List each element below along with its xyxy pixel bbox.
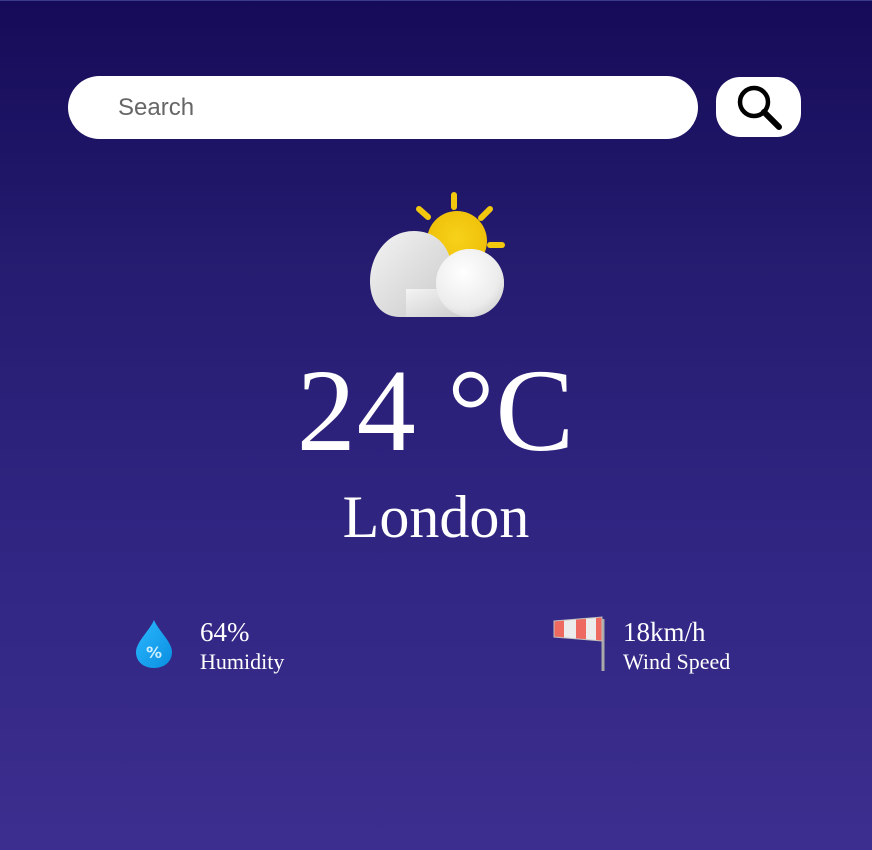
search-icon xyxy=(737,85,782,130)
partly-cloudy-icon xyxy=(366,189,512,323)
temperature-value: 24 °C xyxy=(296,345,576,476)
humidity-label: Humidity xyxy=(200,649,285,674)
search-bar xyxy=(68,76,802,140)
humidity-value: 64% xyxy=(200,617,250,647)
search-button[interactable] xyxy=(716,77,801,137)
wind-speed-value: 18km/h xyxy=(623,617,706,647)
city-name: London xyxy=(342,484,530,550)
svg-text:%: % xyxy=(146,643,162,662)
wind-speed-label: Wind Speed xyxy=(623,649,731,674)
search-input[interactable] xyxy=(68,76,698,139)
humidity-drop-icon: % xyxy=(136,620,172,668)
windsock-icon xyxy=(553,616,605,671)
